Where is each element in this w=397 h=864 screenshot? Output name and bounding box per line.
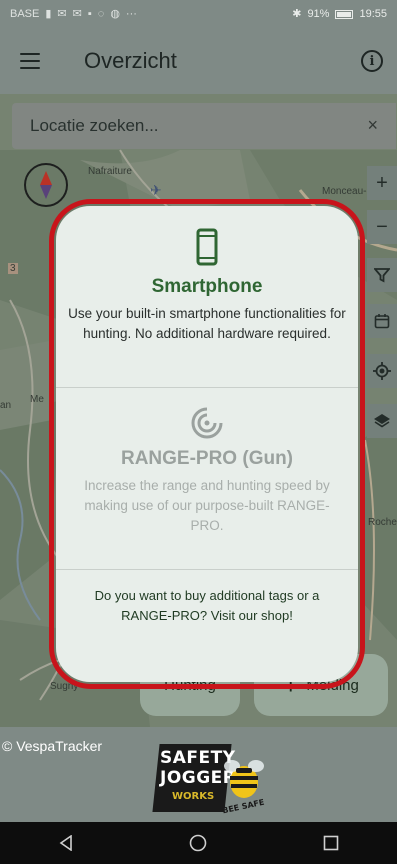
option-rangepro[interactable]: RANGE-PRO (Gun) Increase the range and h…: [56, 406, 358, 536]
menu-icon[interactable]: [20, 43, 56, 79]
compass-icon[interactable]: [24, 163, 68, 207]
filter-icon: [374, 268, 390, 283]
mail-icon: ✉: [72, 7, 82, 20]
divider: [56, 387, 358, 388]
close-icon[interactable]: ×: [367, 115, 378, 136]
mail-icon: ✉: [57, 7, 67, 20]
rangepro-description: Increase the range and hunting speed by …: [84, 478, 330, 533]
zoom-in-icon: +: [376, 171, 388, 194]
smartphone-title: Smartphone: [151, 276, 263, 297]
calendar-button[interactable]: [367, 304, 397, 338]
app-bar: Overzicht i: [0, 28, 397, 94]
map-label: Me: [30, 394, 44, 405]
search-input[interactable]: [30, 116, 330, 136]
logo-text: WORKS: [172, 791, 215, 802]
battery-icon: [335, 9, 354, 19]
airport-icon: ✈: [150, 182, 162, 198]
page-title: Overzicht: [84, 48, 177, 73]
carrier-label: BASE: [10, 7, 40, 20]
home-icon: [190, 834, 207, 852]
home-button[interactable]: [168, 823, 228, 863]
system-nav-bar: [0, 822, 397, 864]
calendar-icon: [374, 314, 390, 329]
option-smartphone[interactable]: Smartphone Use your built-in smartphone …: [56, 228, 358, 344]
bluetooth-icon: ✱: [292, 7, 302, 20]
search-bar: ×: [12, 103, 396, 149]
map-label: Nafraiture: [88, 166, 132, 177]
filter-button[interactable]: [367, 258, 397, 292]
more-icon: ···: [125, 7, 137, 20]
copyright-text: © VespaTracker: [2, 738, 103, 754]
chrome-icon: ◍: [110, 7, 120, 20]
map-label: an: [0, 400, 12, 411]
divider: [56, 569, 358, 570]
smartphone-description: Use your built-in smartphone functionali…: [68, 306, 346, 341]
signal-icon: ▮: [45, 7, 52, 20]
zoom-in-button[interactable]: +: [367, 166, 397, 200]
layers-icon: [374, 414, 390, 428]
zoom-out-button[interactable]: −: [367, 210, 397, 244]
layers-button[interactable]: [367, 404, 397, 438]
back-button[interactable]: [36, 823, 96, 863]
bee-mascot-icon: [224, 760, 264, 798]
sponsor-logo[interactable]: SAFETY JOGGER WORKS BEE SAFE: [146, 744, 266, 818]
rangepro-title: RANGE-PRO (Gun): [120, 448, 294, 469]
notification-icon: ▪: [87, 7, 92, 20]
clock: 19:55: [359, 8, 387, 20]
recents-button[interactable]: [301, 823, 361, 863]
battery-percent: 91%: [307, 8, 330, 20]
recents-icon: [323, 835, 339, 851]
smartphone-icon: [196, 228, 218, 266]
status-bar: BASE ▮ ✉ ✉ ▪ ◌ ◍ ··· ✱ 91% 19:55: [0, 0, 397, 28]
my-location-button[interactable]: [367, 354, 397, 388]
info-icon[interactable]: i: [361, 50, 383, 72]
whatsapp-icon: ◌: [97, 7, 105, 20]
target-icon: [191, 407, 223, 439]
map-label: 3: [8, 263, 18, 274]
shop-link[interactable]: Do you want to buy additional tags or a …: [56, 586, 358, 626]
mode-selection-dialog: Smartphone Use your built-in smartphone …: [56, 206, 358, 682]
map-label: Roche: [368, 517, 397, 528]
my-location-icon: [373, 362, 391, 380]
zoom-out-icon: −: [376, 215, 388, 238]
back-icon: [59, 835, 72, 851]
